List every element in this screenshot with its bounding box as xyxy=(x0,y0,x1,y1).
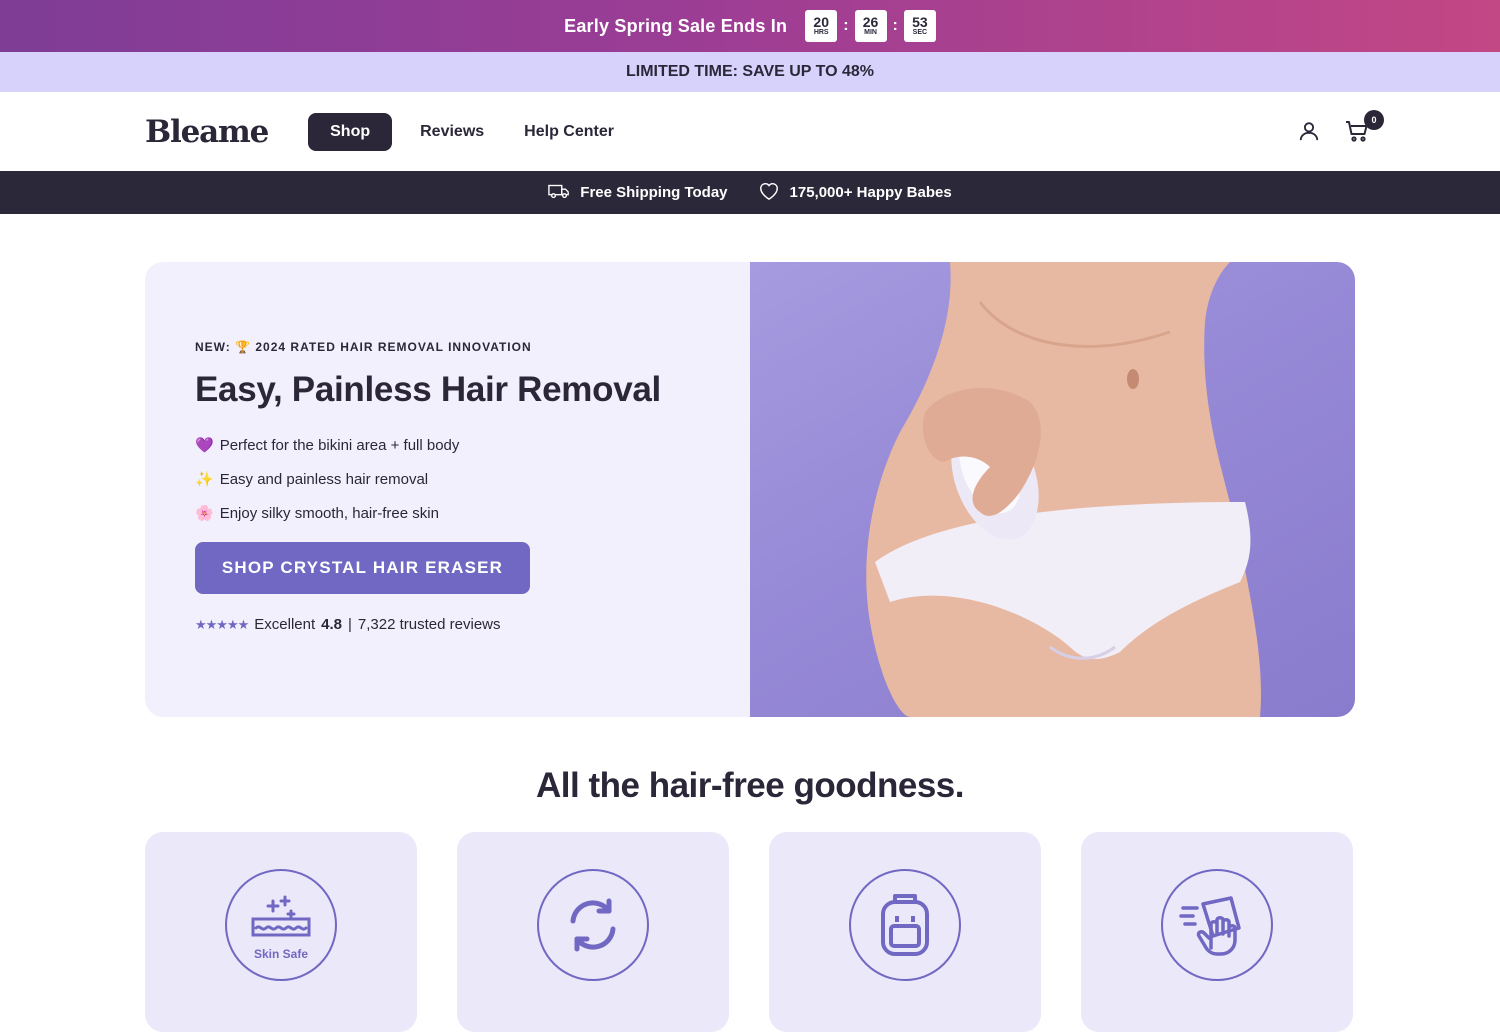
timer-seconds-value: 53 xyxy=(912,14,928,30)
hero-image xyxy=(750,262,1355,717)
truck-icon xyxy=(548,183,570,203)
limited-time-text: LIMITED TIME: SAVE UP TO 48% xyxy=(625,63,875,80)
hero-content: NEW: 🏆 2024 RATED HAIR REMOVAL INNOVATIO… xyxy=(145,262,750,717)
timer-minutes-value: 26 xyxy=(862,14,879,30)
timer-minutes: 26 MIN xyxy=(854,10,887,42)
skin-safe-label: Skin Safe xyxy=(254,947,308,961)
nav-reviews[interactable]: Reviews xyxy=(408,113,496,151)
hand-wipe-icon xyxy=(1161,869,1273,981)
timer-minutes-unit: MIN xyxy=(864,29,877,36)
hero-benefits: 💜 Perfect for the bikini area + full body… xyxy=(195,428,750,530)
logo[interactable]: Bleame xyxy=(145,114,269,150)
hero-headline: Easy, Painless Hair Removal xyxy=(195,370,661,409)
nav-shop[interactable]: Shop xyxy=(308,112,393,151)
promo-text: Early Spring Sale Ends In xyxy=(564,15,788,36)
benefit-text: Enjoy silky smooth, hair-free skin xyxy=(219,504,439,522)
benefit-item: 💜 Perfect for the bikini area + full body xyxy=(195,428,750,462)
star-rating-icon: ★★★★★ xyxy=(195,616,249,632)
free-shipping-text: Free Shipping Today xyxy=(580,184,728,201)
happy-babes-text: 175,000+ Happy Babes xyxy=(789,184,952,201)
countdown-timer: 20 HRS : 26 MIN : 53 SEC xyxy=(805,10,936,42)
timer-separator: : xyxy=(892,17,898,34)
timer-hours-value: 20 xyxy=(813,14,829,30)
feature-card-reusable xyxy=(457,832,729,1032)
heart-icon xyxy=(758,181,780,205)
shipping-bar: Free Shipping Today 175,000+ Happy Babes xyxy=(0,171,1500,214)
backpack-icon xyxy=(849,869,961,981)
rating-label: Excellent xyxy=(254,616,316,633)
benefit-item: ✨ Easy and painless hair removal xyxy=(195,462,750,496)
promo-bar: Early Spring Sale Ends In 20 HRS : 26 MI… xyxy=(0,0,1500,52)
skin-safe-icon: Skin Safe xyxy=(225,869,337,981)
shop-crystal-hair-eraser-button[interactable]: SHOP CRYSTAL HAIR ERASER xyxy=(195,542,530,594)
hero-banner: NEW: 🏆 2024 RATED HAIR REMOVAL INNOVATIO… xyxy=(145,262,1355,717)
rating-summary[interactable]: ★★★★★ Excellent 4.8 | 7,322 trusted revi… xyxy=(195,616,750,633)
feature-card-easy-clean xyxy=(1081,832,1353,1032)
timer-hours: 20 HRS xyxy=(805,10,838,42)
sparkles-emoji-icon: ✨ xyxy=(195,471,214,488)
feature-cards: Skin Safe xyxy=(145,832,1355,1032)
section-title: All the hair-free goodness. xyxy=(536,766,964,805)
benefit-text: Perfect for the bikini area + full body xyxy=(219,436,460,454)
header-actions: 0 xyxy=(1296,110,1384,144)
timer-seconds: 53 SEC xyxy=(903,10,936,42)
limited-time-banner[interactable]: LIMITED TIME: SAVE UP TO 48% xyxy=(0,52,1500,92)
hero-eyebrow: NEW: 🏆 2024 RATED HAIR REMOVAL INNOVATIO… xyxy=(195,340,532,354)
benefit-text: Easy and painless hair removal xyxy=(219,470,429,488)
feature-card-portable xyxy=(769,832,1041,1032)
timer-separator: : xyxy=(843,17,849,34)
hero-photo-illustration xyxy=(866,262,1261,717)
benefit-item: 🌸 Enjoy silky smooth, hair-free skin xyxy=(195,496,750,530)
timer-seconds-unit: SEC xyxy=(912,29,928,36)
heart-emoji-icon: 💜 xyxy=(195,437,214,454)
account-icon[interactable] xyxy=(1296,118,1322,144)
cart-count-badge: 0 xyxy=(1364,110,1384,130)
refresh-icon xyxy=(537,869,649,981)
rating-divider: | xyxy=(348,616,352,633)
main-nav: Shop Reviews Help Center xyxy=(308,112,626,151)
rating-score: 4.8 xyxy=(321,616,343,633)
nav-help-center[interactable]: Help Center xyxy=(512,113,626,151)
cart-icon[interactable]: 0 xyxy=(1344,110,1384,144)
feature-card-skin-safe: Skin Safe xyxy=(145,832,417,1032)
review-count: 7,322 trusted reviews xyxy=(357,616,501,633)
site-header: Bleame Shop Reviews Help Center 0 xyxy=(0,92,1500,171)
timer-hours-unit: HRS xyxy=(813,29,829,36)
blossom-emoji-icon: 🌸 xyxy=(195,505,214,522)
